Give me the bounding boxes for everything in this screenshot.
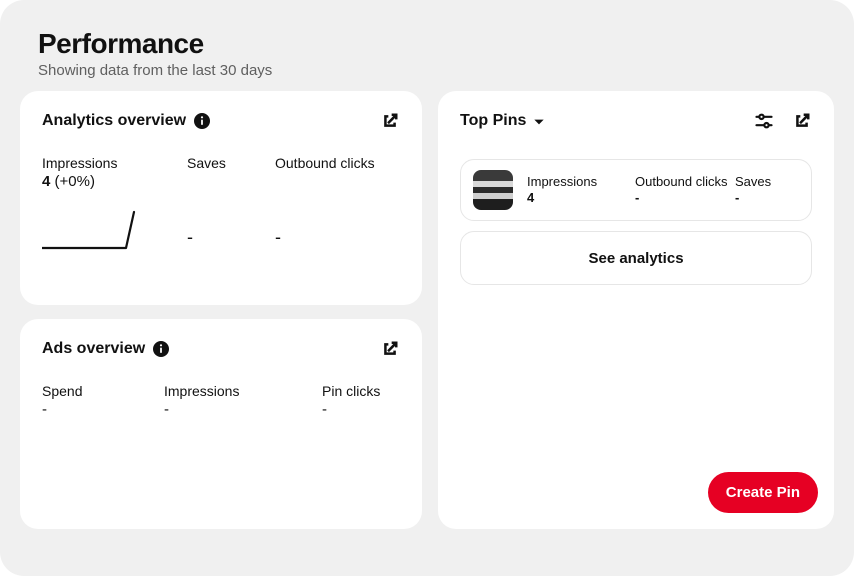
pin-stats: Impressions 4 Outbound clicks - Saves - — [527, 174, 799, 207]
pin-stat-label: Impressions — [527, 174, 635, 190]
page-subtitle: Showing data from the last 30 days — [38, 62, 816, 79]
ads-overview-card: Ads overview Spend - Impr — [20, 319, 422, 529]
analytics-title: Analytics overview — [42, 112, 186, 130]
create-pin-button[interactable]: Create Pin — [708, 472, 818, 513]
info-icon[interactable] — [194, 113, 210, 129]
top-pin-row[interactable]: Impressions 4 Outbound clicks - Saves - — [460, 159, 812, 221]
metric-saves: Saves - — [187, 155, 275, 252]
impressions-delta: (+0%) — [55, 173, 95, 190]
analytics-metrics: Impressions 4 (+0%) Saves - — [42, 155, 400, 252]
pin-stat-saves: Saves - — [735, 174, 771, 207]
metric-value: - — [322, 401, 380, 418]
external-link-icon[interactable] — [380, 111, 400, 131]
external-link-icon[interactable] — [380, 339, 400, 359]
impressions-number: 4 — [42, 173, 50, 190]
chevron-down-icon — [532, 114, 546, 128]
top-pins-header: Top Pins — [460, 111, 812, 131]
pin-thumbnail — [473, 170, 513, 210]
impressions-sparkline — [42, 208, 138, 252]
metric-outbound-clicks: Outbound clicks - — [275, 155, 375, 252]
metric-spend: Spend - — [42, 383, 164, 418]
metric-value: - — [187, 227, 275, 248]
metric-pin-clicks: Pin clicks - — [322, 383, 380, 418]
metric-value: - — [164, 401, 322, 418]
pin-stat-label: Saves — [735, 174, 771, 190]
top-pins-title: Top Pins — [460, 112, 526, 130]
ads-title: Ads overview — [42, 340, 145, 358]
right-column: Top Pins — [438, 91, 834, 529]
metric-label: Impressions — [42, 155, 187, 171]
page-title: Performance — [38, 28, 816, 60]
pin-stat-label: Outbound clicks — [635, 174, 735, 190]
metric-label: Impressions — [164, 383, 322, 399]
external-link-icon[interactable] — [792, 111, 812, 131]
pin-stat-impressions: Impressions 4 — [527, 174, 635, 207]
analytics-card-header: Analytics overview — [42, 111, 400, 131]
metric-value: - — [42, 401, 164, 418]
info-icon[interactable] — [153, 341, 169, 357]
pin-stat-outbound: Outbound clicks - — [635, 174, 735, 207]
metric-label: Saves — [187, 155, 275, 171]
metric-label: Spend — [42, 383, 164, 399]
metric-value: - — [275, 227, 375, 248]
metric-label: Outbound clicks — [275, 155, 375, 171]
metric-label: Pin clicks — [322, 383, 380, 399]
top-pins-card: Top Pins — [438, 91, 834, 529]
metric-impressions: Impressions 4 (+0%) — [42, 155, 187, 252]
create-pin-label: Create Pin — [726, 484, 800, 501]
analytics-overview-card: Analytics overview Impressions 4 — [20, 91, 422, 305]
metric-value: 4 (+0%) — [42, 173, 187, 190]
performance-page: Performance Showing data from the last 3… — [0, 0, 854, 576]
pin-stat-value: - — [735, 190, 771, 206]
ads-title-group: Ads overview — [42, 340, 169, 358]
pin-stat-value: - — [635, 190, 735, 206]
left-column: Analytics overview Impressions 4 — [20, 91, 422, 529]
page-header: Performance Showing data from the last 3… — [18, 18, 836, 91]
see-analytics-label: See analytics — [588, 250, 683, 267]
pin-stat-value: 4 — [527, 190, 635, 206]
see-analytics-button[interactable]: See analytics — [460, 231, 812, 285]
filter-icon[interactable] — [754, 111, 774, 131]
ads-card-header: Ads overview — [42, 339, 400, 359]
metric-ad-impressions: Impressions - — [164, 383, 322, 418]
content-columns: Analytics overview Impressions 4 — [18, 91, 836, 529]
top-pins-dropdown[interactable]: Top Pins — [460, 112, 546, 130]
ads-metrics: Spend - Impressions - Pin clicks - — [42, 383, 400, 418]
top-pins-actions — [754, 111, 812, 131]
analytics-title-group: Analytics overview — [42, 112, 210, 130]
